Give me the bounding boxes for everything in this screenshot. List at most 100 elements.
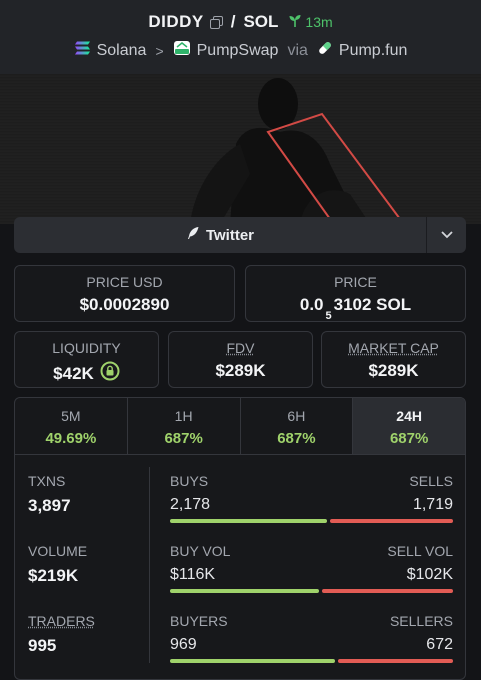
tab-24h[interactable]: 24H 687% (353, 398, 465, 454)
liquidity-label: LIQUIDITY (52, 340, 121, 356)
pair-age: 13m (288, 14, 333, 31)
tab-label: 5M (61, 408, 81, 424)
social-links-bar: Twitter (14, 217, 466, 253)
tab-label: 1H (174, 408, 193, 424)
buy-vol-label: BUY VOL (170, 543, 231, 559)
volume-ratio-bar (170, 589, 453, 593)
price-usd-label: PRICE USD (86, 274, 163, 290)
pair-age-text: 13m (305, 14, 333, 30)
volume-stat: VOLUME $219K (28, 543, 87, 586)
breadcrumb-dex[interactable]: PumpSwap (173, 40, 279, 61)
buyers-value: 969 (170, 636, 197, 653)
traders-stat: TRADERS 995 (28, 613, 95, 656)
solana-icon (74, 41, 91, 60)
price-native-value: 0.053102 SOL (246, 295, 465, 322)
price-usd-amount: $0.0002890 (79, 295, 170, 314)
dex-name: PumpSwap (196, 41, 279, 59)
token-banner-image (0, 74, 481, 224)
volume-label: VOLUME (28, 543, 88, 559)
buys-value: 2,178 (170, 496, 211, 513)
launchpad-name: Pump.fun (338, 41, 408, 59)
txns-buy-bar (170, 519, 327, 523)
feather-icon (186, 226, 200, 244)
price-native-prefix: 0.0 (299, 295, 324, 314)
pair-title-row: DIDDY / SOL 13m (0, 12, 481, 32)
breadcrumb-launchpad[interactable]: Pump.fun (317, 40, 407, 61)
buy-vol-value: $116K (170, 566, 216, 583)
tab-price-change: 49.69% (45, 430, 97, 447)
traders-sell-bar (338, 659, 453, 663)
pill-icon (317, 40, 333, 61)
traders-ratio-bar (170, 659, 453, 663)
price-native-card: PRICE 0.053102 SOL (245, 265, 466, 322)
txns-label: TXNS (28, 473, 66, 489)
txns-value: 3,897 (28, 496, 71, 515)
liquidity-value: $42K (15, 361, 158, 386)
twitter-button[interactable]: Twitter (14, 217, 426, 253)
volume-breakdown: BUY VOL SELL VOL $116K $102K (170, 543, 453, 593)
traders-label[interactable]: TRADERS (28, 613, 95, 629)
price-native-zero-count: 5 (325, 310, 332, 323)
price-usd-card: PRICE USD $0.0002890 (14, 265, 235, 322)
stats-divider (149, 467, 150, 663)
via-text: via (287, 41, 308, 59)
twitter-label: Twitter (205, 226, 255, 244)
traders-buy-bar (170, 659, 336, 663)
traders-breakdown: BUYERS SELLERS 969 672 (170, 613, 453, 663)
copy-icon[interactable] (209, 15, 223, 29)
tab-6h[interactable]: 6H 687% (241, 398, 354, 454)
buys-label: BUYS (170, 473, 209, 489)
breadcrumb: Solana > PumpSwap via Pump.fun (0, 40, 481, 61)
price-native-label: PRICE (334, 274, 377, 290)
fdv-amount: $289K (215, 361, 266, 380)
tab-price-change: 687% (277, 430, 316, 447)
traders-value: 995 (28, 636, 57, 655)
fdv-value: $289K (169, 361, 312, 381)
pumpswap-icon (173, 40, 191, 61)
timeframe-tabs: 5M 49.69% 1H 687% 6H 687% 24H 687% (15, 398, 465, 455)
tab-5m[interactable]: 5M 49.69% (15, 398, 128, 454)
tab-label: 24H (396, 408, 422, 424)
breadcrumb-chain[interactable]: Solana (74, 41, 147, 60)
market-cap-value: $289K (322, 361, 465, 381)
txns-sell-bar (329, 519, 453, 523)
pair-separator: / (230, 12, 236, 31)
market-cap-amount: $289K (368, 361, 419, 380)
tab-label: 6H (287, 408, 306, 424)
seedling-icon (288, 14, 302, 31)
tab-price-change: 687% (164, 430, 203, 447)
chevron-down-icon (440, 226, 453, 244)
sellers-label: SELLERS (389, 613, 453, 629)
liquidity-amount: $42K (53, 363, 94, 383)
sell-vol-value: $102K (406, 566, 453, 583)
liquidity-card: LIQUIDITY $42K (14, 331, 159, 388)
tab-1h[interactable]: 1H 687% (128, 398, 241, 454)
lock-icon[interactable] (100, 361, 120, 386)
txns-breakdown: BUYS SELLS 2,178 1,719 (170, 473, 453, 523)
quote-token-symbol: SOL (243, 12, 279, 31)
volume-sell-bar (321, 589, 453, 593)
buyers-label: BUYERS (170, 613, 228, 629)
more-links-button[interactable] (426, 217, 466, 253)
fdv-card: FDV $289K (168, 331, 313, 388)
pair-header: DIDDY / SOL 13m Solana > PumpSwap via Pu… (0, 0, 481, 74)
sells-label: SELLS (409, 473, 453, 489)
chevron-right-icon: > (155, 42, 164, 59)
stats-panel: 5M 49.69% 1H 687% 6H 687% 24H 687% TXNS … (14, 397, 466, 680)
base-token-symbol: DIDDY (148, 12, 204, 31)
txns-stat: TXNS 3,897 (28, 473, 71, 516)
txns-ratio-bar (170, 519, 453, 523)
tab-price-change: 687% (389, 430, 429, 447)
market-cap-label[interactable]: MARKET CAP (322, 340, 465, 356)
volume-value: $219K (28, 566, 79, 585)
price-native-suffix: 3102 SOL (333, 295, 412, 314)
price-usd-value: $0.0002890 (15, 295, 234, 315)
sells-value: 1,719 (412, 496, 453, 513)
stats-rows: TXNS 3,897 BUYS SELLS 2,178 1,719 VOLUME $… (15, 455, 465, 679)
market-cap-card: MARKET CAP $289K (321, 331, 466, 388)
sellers-value: 672 (426, 636, 453, 653)
volume-buy-bar (170, 589, 319, 593)
chain-name: Solana (96, 41, 147, 59)
sell-vol-label: SELL VOL (387, 543, 453, 559)
fdv-label[interactable]: FDV (169, 340, 312, 356)
